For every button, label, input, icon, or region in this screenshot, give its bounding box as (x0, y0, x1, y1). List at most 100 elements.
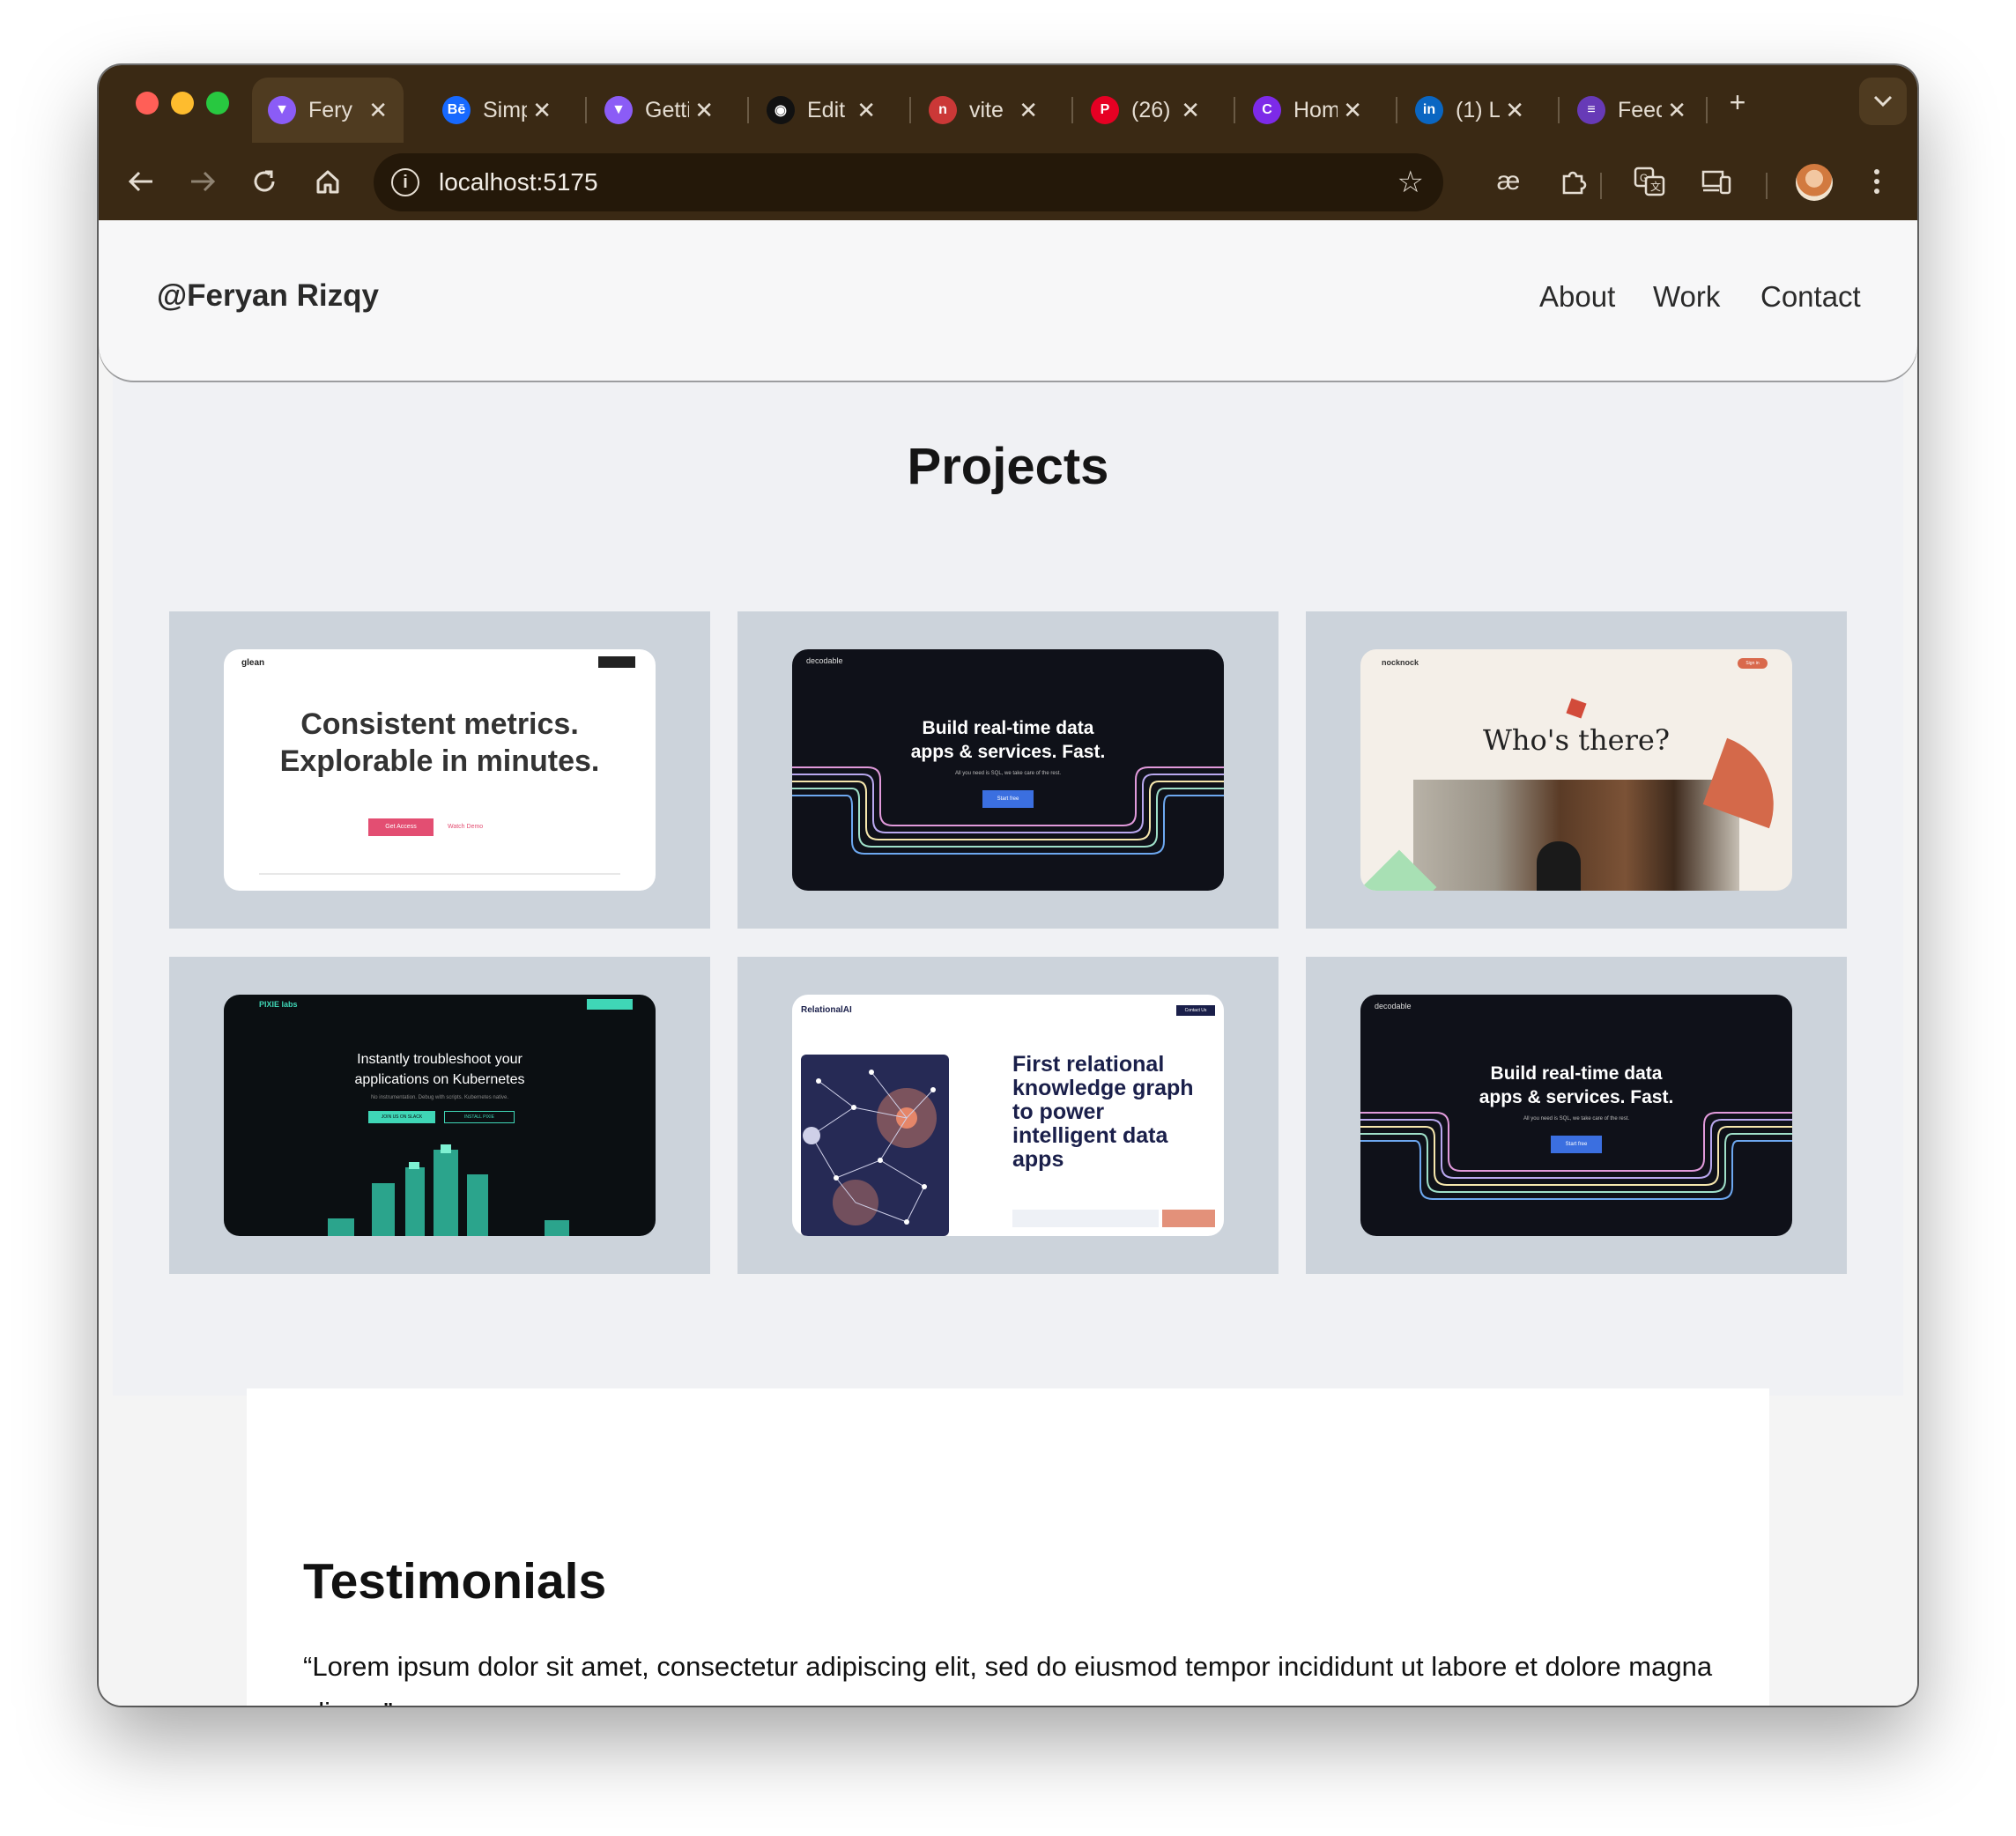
close-window-button[interactable] (136, 92, 159, 115)
project-card-glean[interactable]: glean Consistent metrics. Explorable in … (169, 611, 710, 929)
svg-text:G: G (1640, 172, 1648, 184)
browser-tab[interactable]: ≡ Feedback✕ (1561, 78, 1702, 143)
network-graph-icon (803, 1070, 937, 1225)
tab-divider (1396, 97, 1397, 123)
projects-section: Projects glean Consistent metrics. Explo… (113, 291, 1903, 1396)
browser-tab[interactable]: n vite ✕ (913, 78, 1054, 143)
decodable-lines-graphic (792, 766, 1224, 855)
close-tab-icon[interactable]: ✕ (1505, 97, 1524, 124)
project-card-relationalai[interactable]: RelationalAI Contact Us First relational… (737, 957, 1279, 1274)
project-screenshot: RelationalAI Contact Us First relational… (792, 995, 1224, 1236)
glean-login-button (598, 656, 635, 668)
project-card-decodable[interactable]: decodable Build real-time data apps & se… (737, 611, 1279, 929)
nav-work[interactable]: Work (1653, 280, 1720, 314)
project-screenshot: PIXIE labs Instantly troubleshoot your a… (224, 995, 656, 1236)
nav-contact[interactable]: Contact (1760, 280, 1861, 314)
close-tab-icon[interactable]: ✕ (532, 97, 552, 124)
close-tab-icon[interactable]: ✕ (1019, 97, 1038, 124)
close-tab-icon[interactable]: ✕ (368, 97, 388, 124)
extension-ae-icon[interactable]: æ (1489, 162, 1528, 201)
new-tab-icon[interactable]: + (1718, 83, 1757, 122)
forms-icon: ≡ (1577, 96, 1605, 124)
relationalai-email-input (1012, 1210, 1159, 1227)
glean-table-preview (259, 873, 620, 875)
glean-secondary: Watch Demo (448, 824, 484, 830)
relationalai-headline: First relational knowledge graph to powe… (1012, 1052, 1194, 1172)
brand-logo-text[interactable]: @Feryan Rizqy (157, 278, 379, 314)
tab-title: Getting Started (645, 97, 689, 122)
vite-icon: ▼ (268, 96, 296, 124)
project-screenshot: glean Consistent metrics. Explorable in … (224, 649, 656, 891)
tab-divider (1558, 97, 1560, 123)
vite-icon: ▼ (604, 96, 633, 124)
reload-icon[interactable] (245, 162, 284, 201)
project-card-pixie[interactable]: PIXIE labs Instantly troubleshoot your a… (169, 957, 710, 1274)
npm-icon: n (929, 96, 957, 124)
tab-title: Edit (807, 97, 846, 122)
nocknock-signin: Sign in (1738, 658, 1768, 669)
relationalai-logo: RelationalAI (801, 1005, 852, 1015)
tab-divider (585, 97, 587, 123)
tab-title: Home (1293, 97, 1338, 122)
svg-text:文: 文 (1650, 180, 1661, 193)
tab-divider (1234, 97, 1235, 123)
project-card-decodable-2[interactable]: decodable Build real-time data apps & se… (1306, 957, 1847, 1274)
page-viewport: @Feryan Rizqy About Work Contact Project… (99, 220, 1917, 1706)
relationalai-graph-image (801, 1055, 949, 1236)
devices-icon[interactable] (1697, 162, 1736, 201)
testimonials-title: Testimonials (303, 1553, 607, 1610)
extensions-puzzle-icon[interactable] (1554, 162, 1593, 201)
canva-icon: C (1253, 96, 1281, 124)
pinterest-icon: P (1091, 96, 1119, 124)
browser-tab[interactable]: P (26) ✕ (1075, 78, 1216, 143)
browser-tab[interactable]: ▼ Getting Started✕ (589, 78, 730, 143)
glean-headline: Consistent metrics. Explorable in minute… (279, 707, 600, 778)
relationalai-submit (1162, 1210, 1215, 1227)
home-icon[interactable] (308, 162, 347, 201)
tab-divider (909, 97, 911, 123)
site-header: @Feryan Rizqy About Work Contact (99, 220, 1917, 381)
forward-icon[interactable] (183, 162, 222, 201)
nocknock-mark-icon (1566, 698, 1587, 719)
browser-tab[interactable]: C Home✕ (1237, 78, 1378, 143)
testimonials-section: Testimonials “Lorem ipsum dolor sit amet… (247, 1388, 1769, 1706)
close-tab-icon[interactable]: ✕ (856, 97, 876, 124)
github-icon: ◉ (767, 96, 795, 124)
tab-divider (1706, 97, 1708, 123)
bookmark-star-icon[interactable]: ☆ (1397, 165, 1424, 200)
site-info-icon[interactable]: i (391, 168, 419, 196)
chevron-down-icon (1873, 95, 1893, 107)
testimonial-quote: “Lorem ipsum dolor sit amet, consectetur… (303, 1651, 1713, 1706)
tab-title: (26) (1131, 97, 1171, 122)
close-tab-icon[interactable]: ✕ (694, 97, 714, 124)
tab-title: vite (969, 97, 1004, 122)
close-tab-icon[interactable]: ✕ (1181, 97, 1200, 124)
back-icon[interactable] (122, 162, 160, 201)
profile-avatar[interactable] (1796, 164, 1833, 201)
close-tab-icon[interactable]: ✕ (1343, 97, 1362, 124)
browser-tab[interactable]: in (1) LinkedIn✕ (1399, 78, 1540, 143)
tab-divider (747, 97, 749, 123)
nocknock-door-photo (1413, 780, 1739, 891)
browser-tab[interactable]: Bē Simple✕ (426, 78, 567, 143)
person-figure (1537, 841, 1581, 891)
browser-tab[interactable]: ◉ Edit ✕ (751, 78, 892, 143)
more-menu-icon[interactable] (1857, 162, 1896, 201)
tab-title: Feryan Rizqy (308, 97, 352, 122)
address-bar[interactable]: i localhost:5175 ☆ (374, 153, 1443, 211)
close-tab-icon[interactable]: ✕ (1667, 97, 1686, 124)
maximize-window-button[interactable] (206, 92, 229, 115)
translate-icon[interactable]: G文 (1630, 162, 1669, 201)
browser-chrome: ▼Feryan Rizqy✕BēSimple✕▼Getting Started✕… (99, 65, 1917, 220)
behance-icon: Bē (442, 96, 471, 124)
project-card-nocknock[interactable]: nocknock Sign in Who's there? (1306, 611, 1847, 929)
nocknock-logo: nocknock (1382, 658, 1419, 667)
tab-search-button[interactable] (1859, 78, 1907, 125)
project-screenshot: nocknock Sign in Who's there? (1360, 649, 1792, 891)
browser-tab[interactable]: ▼ Feryan Rizqy ✕ (252, 78, 404, 143)
nav-about[interactable]: About (1539, 280, 1615, 314)
minimize-window-button[interactable] (171, 92, 194, 115)
decodable-lines-graphic (1360, 1112, 1792, 1200)
projects-title: Projects (907, 438, 1109, 495)
toolbar-divider (1766, 173, 1768, 199)
